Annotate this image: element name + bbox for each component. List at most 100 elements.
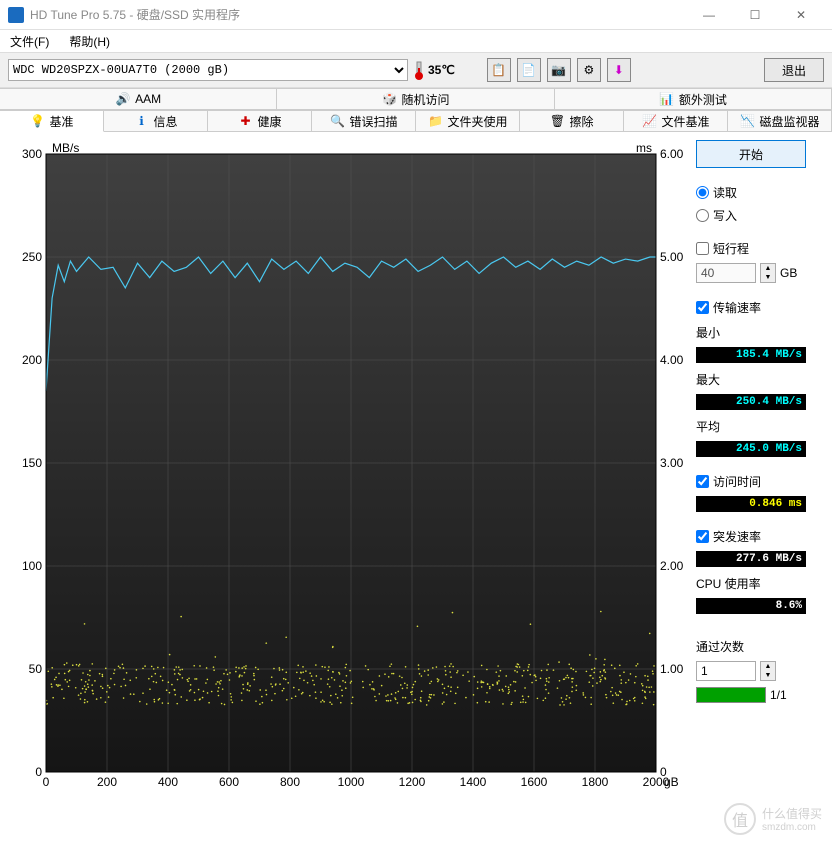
menu-help[interactable]: 帮助(H) <box>63 31 116 52</box>
svg-text:4.00: 4.00 <box>660 353 684 367</box>
thermometer-icon <box>414 60 424 80</box>
tab-folder[interactable]: 📁文件夹使用 <box>416 110 520 132</box>
svg-text:0: 0 <box>43 775 50 789</box>
progress-bar-row: 1/1 <box>696 687 806 703</box>
passes-arrows[interactable]: ▲▼ <box>760 661 776 681</box>
max-label: 最大 <box>696 371 806 388</box>
magnify-icon: 🔍 <box>329 113 345 129</box>
svg-text:MB/s: MB/s <box>52 141 79 155</box>
minimize-button[interactable]: — <box>686 0 732 30</box>
access-checkbox[interactable] <box>696 475 709 488</box>
burst-checkbox[interactable] <box>696 530 709 543</box>
passes-input[interactable] <box>696 661 756 681</box>
temp-value: 35℃ <box>428 63 455 77</box>
tab-aam[interactable]: 🔊AAM <box>0 88 277 109</box>
svg-text:gB: gB <box>664 775 679 789</box>
camera-icon: 📷 <box>551 63 566 77</box>
screenshot-button[interactable]: 📷 <box>547 58 571 82</box>
svg-text:1200: 1200 <box>399 775 426 789</box>
tabs-lower: 💡基准 ℹ信息 ✚健康 🔍错误扫描 📁文件夹使用 🗑擦除 📈文件基准 📉磁盘监视… <box>0 110 832 132</box>
start-button[interactable]: 开始 <box>696 140 806 168</box>
filebench-icon: 📈 <box>641 113 657 129</box>
menu-file[interactable]: 文件(F) <box>4 31 55 52</box>
progress-bar <box>696 687 766 703</box>
avg-value: 245.0 MB/s <box>696 441 806 457</box>
write-radio[interactable] <box>696 209 709 222</box>
svg-text:250: 250 <box>22 250 42 264</box>
app-icon <box>8 7 24 23</box>
speaker-icon: 🔊 <box>115 91 131 107</box>
tab-errorscan[interactable]: 🔍错误扫描 <box>312 110 416 132</box>
svg-text:200: 200 <box>97 775 117 789</box>
shortstroke-checkbox[interactable] <box>696 242 709 255</box>
svg-text:1000: 1000 <box>338 775 365 789</box>
extra-icon: 📊 <box>659 91 675 107</box>
copy-icon: 📋 <box>491 63 506 77</box>
cpu-label: CPU 使用率 <box>696 575 806 592</box>
write-radio-row[interactable]: 写入 <box>696 207 806 224</box>
settings-button[interactable]: ⚙ <box>577 58 601 82</box>
tab-extra[interactable]: 📊额外测试 <box>555 88 832 109</box>
svg-text:150: 150 <box>22 456 42 470</box>
tab-filebench[interactable]: 📈文件基准 <box>624 110 728 132</box>
copy2-icon: 📄 <box>521 63 536 77</box>
copy2-button[interactable]: 📄 <box>517 58 541 82</box>
health-icon: ✚ <box>237 113 253 129</box>
drive-select[interactable]: WDC WD20SPZX-00UA7T0 (2000 gB) <box>8 59 408 81</box>
chart-pane: 3006.002505.002004.001503.001002.00501.0… <box>8 140 688 800</box>
tab-info[interactable]: ℹ信息 <box>104 110 208 132</box>
svg-text:5.00: 5.00 <box>660 250 684 264</box>
watermark: 值 什么值得买 smzdm.com <box>724 803 822 835</box>
tab-monitor[interactable]: 📉磁盘监视器 <box>728 110 832 132</box>
svg-text:200: 200 <box>22 353 42 367</box>
copy-button[interactable]: 📋 <box>487 58 511 82</box>
tab-health[interactable]: ✚健康 <box>208 110 312 132</box>
svg-text:1.00: 1.00 <box>660 662 684 676</box>
exit-button[interactable]: 退出 <box>764 58 824 82</box>
access-check-row[interactable]: 访问时间 <box>696 473 806 490</box>
watermark-icon: 值 <box>724 803 756 835</box>
svg-text:300: 300 <box>22 147 42 161</box>
toolbar: WDC WD20SPZX-00UA7T0 (2000 gB) 35℃ 📋 📄 📷… <box>0 52 832 88</box>
content-area: 3006.002505.002004.001503.001002.00501.0… <box>0 132 832 808</box>
svg-text:600: 600 <box>219 775 239 789</box>
tabs-upper: 🔊AAM 🎲随机访问 📊额外测试 <box>0 88 832 110</box>
passes-label: 通过次数 <box>696 638 806 655</box>
svg-text:0: 0 <box>35 765 42 779</box>
passes-spinner: ▲▼ <box>696 661 806 681</box>
xferrate-checkbox[interactable] <box>696 301 709 314</box>
xferrate-check-row[interactable]: 传输速率 <box>696 299 806 316</box>
window-title: HD Tune Pro 5.75 - 硬盘/SSD 实用程序 <box>30 6 686 23</box>
burst-check-row[interactable]: 突发速率 <box>696 528 806 545</box>
svg-text:6.00: 6.00 <box>660 147 684 161</box>
stroke-spinner: ▲▼ GB <box>696 263 806 283</box>
svg-text:800: 800 <box>280 775 300 789</box>
benchmark-chart: 3006.002505.002004.001503.001002.00501.0… <box>8 140 688 800</box>
burst-value: 277.6 MB/s <box>696 551 806 567</box>
trash-icon: 🗑 <box>549 113 565 129</box>
cpu-value: 8.6% <box>696 598 806 614</box>
progress-text: 1/1 <box>770 688 787 702</box>
read-radio-row[interactable]: 读取 <box>696 184 806 201</box>
min-value: 185.4 MB/s <box>696 347 806 363</box>
stroke-input[interactable] <box>696 263 756 283</box>
stroke-arrows[interactable]: ▲▼ <box>760 263 776 283</box>
min-label: 最小 <box>696 324 806 341</box>
svg-text:100: 100 <box>22 559 42 573</box>
folder-icon: 📁 <box>427 113 443 129</box>
shortstroke-check-row[interactable]: 短行程 <box>696 240 806 257</box>
close-button[interactable]: ✕ <box>778 0 824 30</box>
maximize-button[interactable]: ☐ <box>732 0 778 30</box>
tab-benchmark[interactable]: 💡基准 <box>0 110 104 132</box>
menubar: 文件(F) 帮助(H) <box>0 30 832 52</box>
temperature: 35℃ <box>414 60 455 80</box>
titlebar: HD Tune Pro 5.75 - 硬盘/SSD 实用程序 — ☐ ✕ <box>0 0 832 30</box>
access-value: 0.846 ms <box>696 496 806 512</box>
svg-text:3.00: 3.00 <box>660 456 684 470</box>
svg-text:50: 50 <box>29 662 43 676</box>
tab-random[interactable]: 🎲随机访问 <box>277 88 554 109</box>
save-button[interactable]: ⬇ <box>607 58 631 82</box>
tab-erase[interactable]: 🗑擦除 <box>520 110 624 132</box>
side-panel: 开始 读取 写入 短行程 ▲▼ GB 传输速率 最小 185.4 MB/s 最大… <box>696 140 806 800</box>
read-radio[interactable] <box>696 186 709 199</box>
